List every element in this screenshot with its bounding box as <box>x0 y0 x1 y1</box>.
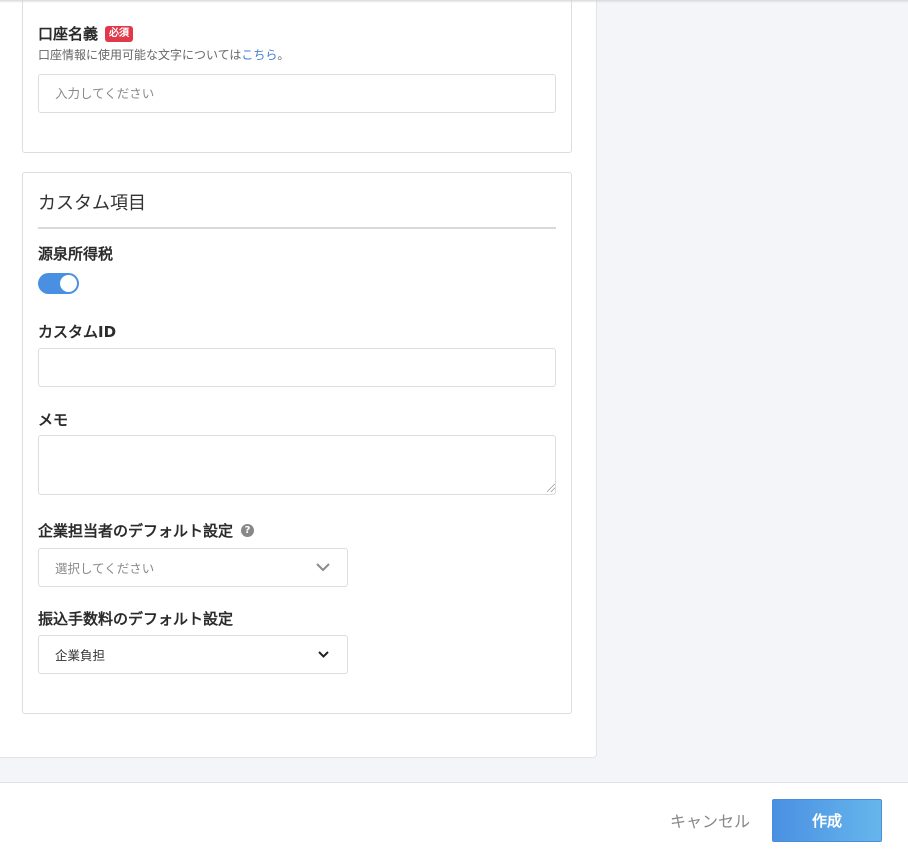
top-shadow <box>0 0 908 3</box>
account-holder-help: 口座情報に使用可能な文字についてはこちら。 <box>38 46 289 63</box>
default-transfer-fee-select[interactable]: 企業負担 <box>38 635 348 674</box>
question-circle-icon[interactable]: ? <box>241 524 255 537</box>
cancel-button[interactable]: キャンセル <box>664 805 756 835</box>
account-holder-input[interactable] <box>38 74 556 113</box>
custom-section-title: カスタム項目 <box>38 193 146 214</box>
default-contact-label: 企業担当者のデフォルト設定 <box>38 522 234 540</box>
default-transfer-fee-value: 企業負担 <box>55 648 106 663</box>
form-panel: 口座名義 必須 口座情報に使用可能な文字についてはこちら。 カスタム項目 源泉所… <box>0 0 597 758</box>
account-holder-help-text: 口座情報に使用可能な文字については <box>38 48 242 62</box>
toggle-knob <box>60 275 77 292</box>
withholding-tax-toggle[interactable] <box>38 273 79 294</box>
required-badge: 必須 <box>105 25 134 42</box>
custom-id-label: カスタムID <box>38 323 117 341</box>
form-footer: キャンセル 作成 <box>0 782 908 857</box>
chevron-down-icon <box>315 560 331 576</box>
custom-id-input[interactable] <box>38 348 556 387</box>
default-transfer-fee-label: 振込手数料のデフォルト設定 <box>38 610 234 628</box>
create-button[interactable]: 作成 <box>772 799 882 842</box>
account-holder-label-row: 口座名義 必須 <box>38 23 134 44</box>
default-contact-placeholder: 選択してください <box>55 561 155 576</box>
memo-textarea[interactable] <box>38 435 556 495</box>
account-holder-label: 口座名義 <box>38 25 99 43</box>
textarea-resize-handle[interactable] <box>547 484 555 492</box>
memo-label: メモ <box>38 411 69 429</box>
section-divider <box>38 227 556 229</box>
account-holder-help-suffix: 。 <box>277 48 290 62</box>
default-contact-label-row: 企業担当者のデフォルト設定 ? <box>38 520 255 541</box>
chevron-down-icon <box>315 647 331 663</box>
account-holder-card: 口座名義 必須 口座情報に使用可能な文字についてはこちら。 <box>22 0 572 153</box>
allowed-characters-link[interactable]: こちら <box>241 48 277 62</box>
default-contact-select[interactable]: 選択してください <box>38 548 348 587</box>
custom-fields-card: カスタム項目 源泉所得税 カスタムID メモ 企業担当者のデフォルト設定 ? 選… <box>22 172 572 714</box>
withholding-tax-label: 源泉所得税 <box>38 245 114 263</box>
